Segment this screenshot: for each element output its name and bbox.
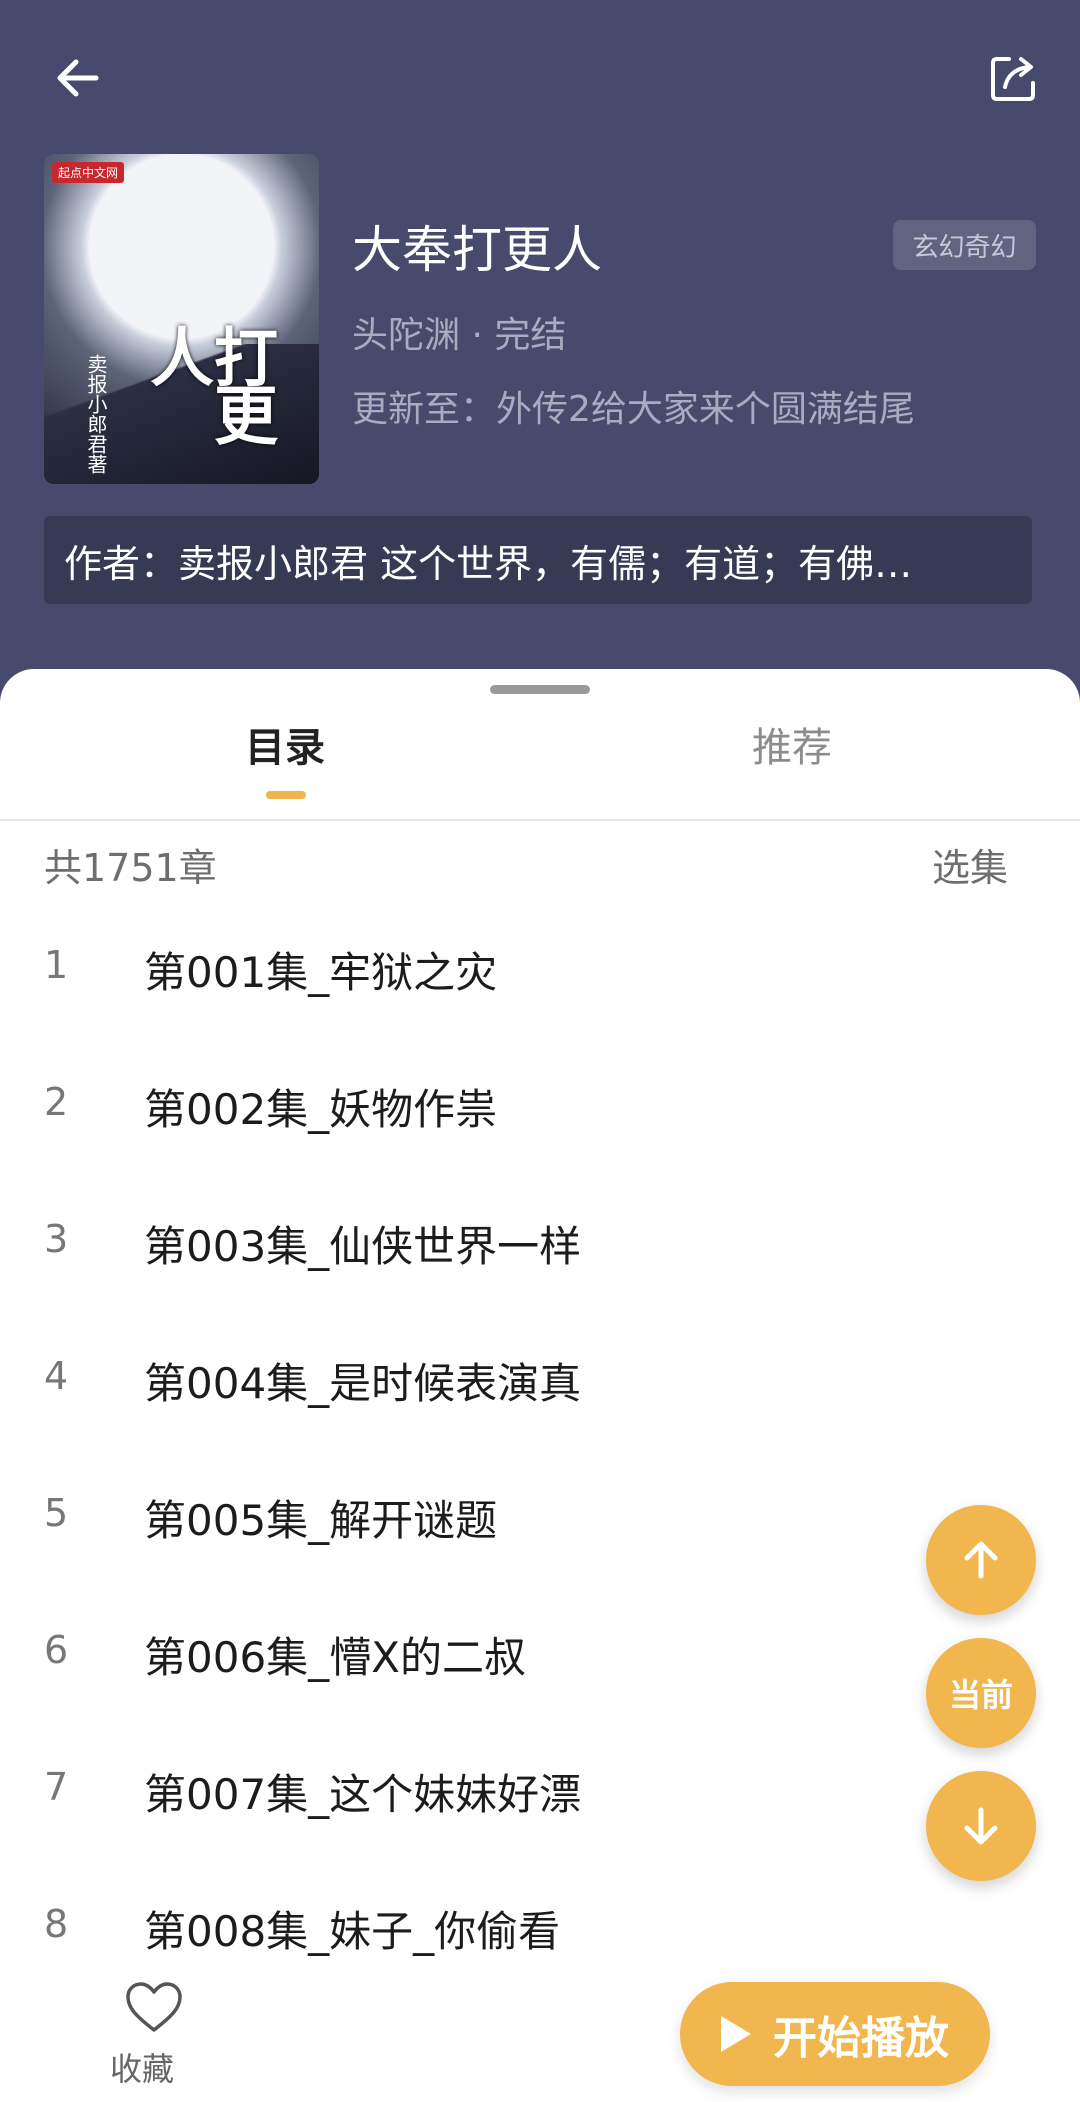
chapter-title: 第005集_解开谜题 <box>144 1496 498 1545</box>
cover-author-vertical: 卖报小郎君著 <box>84 354 108 474</box>
favorite-button[interactable] <box>118 1980 190 2040</box>
chapter-title: 第004集_是时候表演真 <box>144 1359 582 1408</box>
favorite-label: 收藏 <box>110 2050 175 2088</box>
chapter-count: 共1751章 <box>44 846 217 890</box>
arrow-up-icon <box>964 1541 998 1579</box>
chapter-title: 第007集_这个妹妹好漂 <box>144 1770 582 1819</box>
chapter-title: 第003集_仙侠世界一样 <box>144 1222 582 1271</box>
genre-badge: 玄幻奇幻 <box>893 220 1036 270</box>
arrow-left-icon <box>57 59 99 97</box>
chapter-title: 第001集_牢狱之灾 <box>144 948 498 997</box>
chapter-number: 5 <box>44 1491 69 1535</box>
catalog-sheet: 目录 推荐 共1751章 选集 1 第001集_牢狱之灾 2 第002集_妖物作… <box>0 669 1080 2102</box>
start-play-button[interactable]: 开始播放 <box>680 1982 990 2086</box>
chapter-title: 第002集_妖物作祟 <box>144 1085 498 1134</box>
share-button[interactable] <box>976 40 1052 116</box>
chapter-number: 1 <box>44 943 69 987</box>
scroll-bottom-button[interactable] <box>926 1771 1036 1881</box>
chapter-title: 第006集_懵X的二叔 <box>144 1633 526 1682</box>
back-button[interactable] <box>40 40 116 116</box>
chapter-title: 第008集_妹子_你偷看 <box>144 1907 561 1956</box>
chapter-row[interactable]: 5 第005集_解开谜题 <box>0 1453 1080 1590</box>
book-description[interactable]: 作者：卖报小郎君 这个世界，有儒；有道；有佛… <box>44 516 1032 604</box>
cover-calligraphy: 打更人 <box>139 324 278 440</box>
chapter-row[interactable]: 2 第002集_妖物作祟 <box>0 1042 1080 1179</box>
chapter-row[interactable]: 6 第006集_懵X的二叔 <box>0 1590 1080 1727</box>
cover-publisher-logo: 起点中文网 <box>52 162 125 183</box>
book-title: 大奉打更人 <box>352 221 602 279</box>
share-icon <box>991 57 1035 101</box>
chapter-number: 7 <box>44 1765 69 1809</box>
latest-update: 更新至：外传2给大家来个圆满结尾 <box>352 389 915 430</box>
tab-catalog[interactable]: 目录 <box>245 715 325 773</box>
chapter-number: 6 <box>44 1628 69 1672</box>
scroll-top-button[interactable] <box>926 1505 1036 1615</box>
chapter-number: 8 <box>44 1902 69 1946</box>
chapter-row[interactable]: 7 第007集_这个妹妹好漂 <box>0 1727 1080 1864</box>
chapter-number: 4 <box>44 1354 69 1398</box>
chapter-row[interactable]: 1 第001集_牢狱之灾 <box>0 905 1080 1042</box>
chapter-number: 2 <box>44 1080 69 1124</box>
arrow-down-icon <box>964 1807 998 1845</box>
current-chapter-button[interactable]: 当前 <box>926 1638 1036 1748</box>
chapter-row[interactable]: 4 第004集_是时候表演真 <box>0 1316 1080 1453</box>
start-play-label: 开始播放 <box>773 2013 949 2064</box>
book-header: 起点中文网 卖报小郎君著 打更人 大奉打更人 玄幻奇幻 头陀渊 · 完结 更新至… <box>0 0 1080 700</box>
select-episodes-button[interactable]: 选集 <box>932 837 1008 892</box>
chapter-number: 3 <box>44 1217 69 1261</box>
play-icon <box>721 2016 751 2052</box>
tab-recommend[interactable]: 推荐 <box>752 715 832 773</box>
tab-divider <box>0 819 1080 821</box>
book-cover[interactable]: 起点中文网 卖报小郎君著 打更人 <box>44 154 319 484</box>
sheet-drag-handle[interactable] <box>490 685 590 694</box>
heart-icon <box>126 1982 182 2032</box>
active-tab-indicator <box>266 791 306 799</box>
book-meta: 头陀渊 · 完结 <box>352 315 567 356</box>
chapter-row[interactable]: 3 第003集_仙侠世界一样 <box>0 1179 1080 1316</box>
